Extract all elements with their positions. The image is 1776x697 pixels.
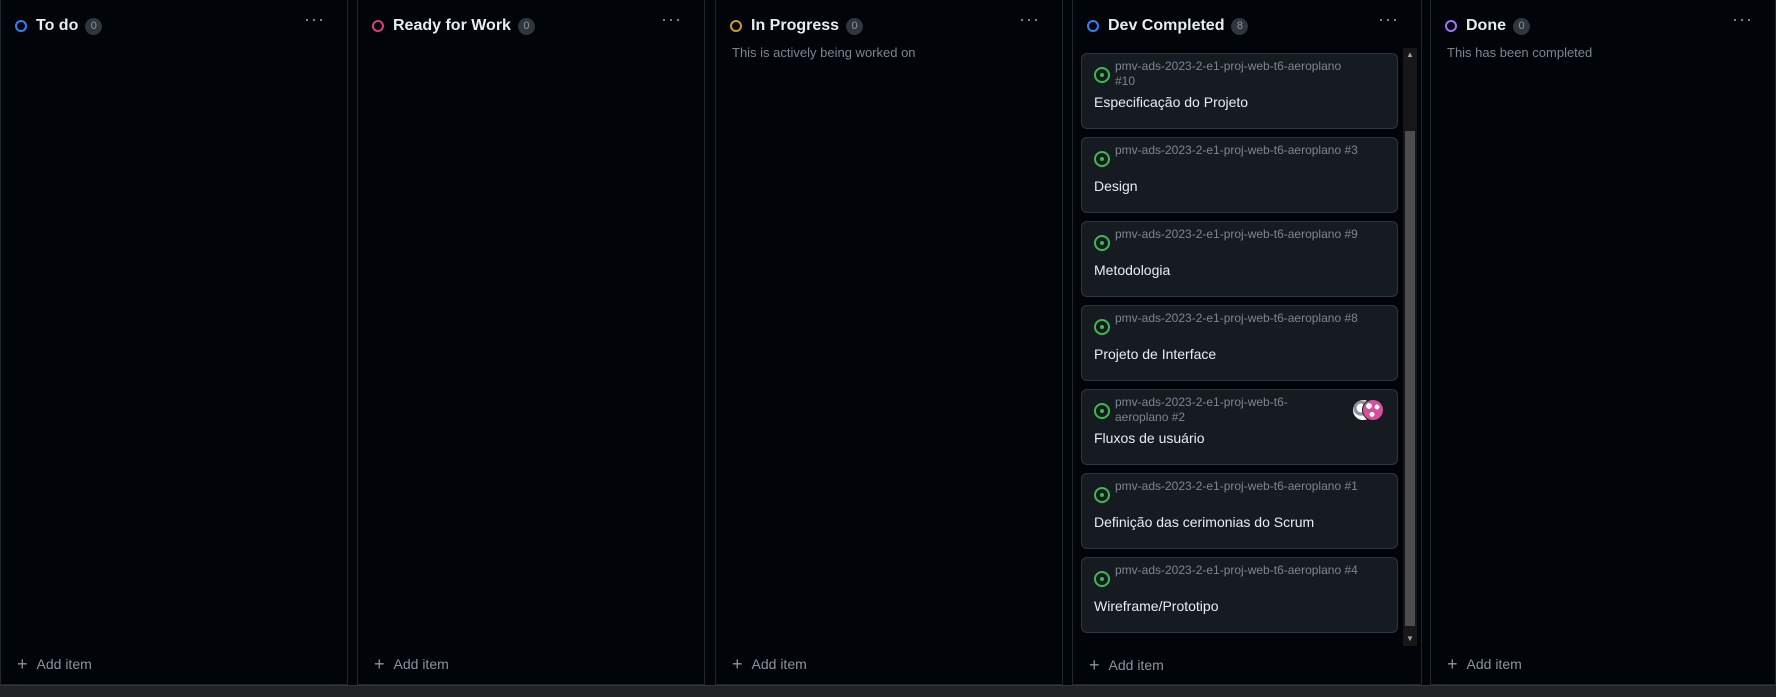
assignee-avatars[interactable] <box>1352 399 1386 423</box>
column-title: Done <box>1466 17 1506 34</box>
item-count-badge: 0 <box>1513 17 1530 35</box>
add-item-button[interactable]: + Add item <box>732 654 807 674</box>
avatar[interactable] <box>1362 399 1384 421</box>
add-item-button[interactable]: + Add item <box>1447 654 1522 674</box>
item-count-badge: 0 <box>517 17 535 35</box>
issue-open-icon <box>1094 151 1110 167</box>
plus-icon: + <box>1447 654 1458 674</box>
issue-open-icon <box>1094 403 1110 419</box>
project-board: To do 0 ··· + Add item Ready for Work 0 … <box>0 0 1776 685</box>
column-dev-completed: Dev Completed 8 ··· pmv-ads-2023-2-e1-pr… <box>1072 0 1422 685</box>
add-item-label: Add item <box>393 656 449 672</box>
issue-open-icon <box>1094 571 1110 587</box>
kebab-menu-icon[interactable]: ··· <box>1732 10 1753 28</box>
plus-icon: + <box>1089 655 1100 675</box>
column-description: This has been completed <box>1447 45 1593 60</box>
add-item-label: Add item <box>1466 656 1522 672</box>
issue-card[interactable]: pmv-ads-2023-2-e1-proj-web-t6-aeroplano … <box>1081 389 1398 465</box>
column-done: Done 0 ··· This has been completed + Add… <box>1430 0 1776 685</box>
column-header: In Progress 0 <box>730 15 864 37</box>
plus-icon: + <box>374 654 385 674</box>
card-repo-ref[interactable]: pmv-ads-2023-2-e1-proj-web-t6-aeroplano … <box>1115 563 1360 578</box>
issue-card[interactable]: pmv-ads-2023-2-e1-proj-web-t6-aeroplano … <box>1081 53 1398 129</box>
card-list-scrollbar[interactable]: ▲ ▼ <box>1403 48 1417 646</box>
add-item-button[interactable]: + Add item <box>17 654 92 674</box>
card-repo-ref[interactable]: pmv-ads-2023-2-e1-proj-web-t6-aeroplano … <box>1115 59 1360 89</box>
issue-card[interactable]: pmv-ads-2023-2-e1-proj-web-t6-aeroplano … <box>1081 473 1398 549</box>
issue-card[interactable]: pmv-ads-2023-2-e1-proj-web-t6-aeroplano … <box>1081 221 1398 297</box>
column-description: This is actively being worked on <box>732 45 916 60</box>
issue-card[interactable]: pmv-ads-2023-2-e1-proj-web-t6-aeroplano … <box>1081 137 1398 213</box>
column-header: Ready for Work 0 <box>372 15 535 37</box>
column-title: Dev Completed <box>1108 17 1225 34</box>
add-item-button[interactable]: + Add item <box>374 654 449 674</box>
card-repo-ref[interactable]: pmv-ads-2023-2-e1-proj-web-t6-aeroplano … <box>1115 143 1360 158</box>
column-header: Dev Completed 8 <box>1087 15 1249 37</box>
card-list: pmv-ads-2023-2-e1-proj-web-t6-aeroplano … <box>1081 53 1398 641</box>
column-header: To do 0 <box>15 15 103 37</box>
scroll-thumb[interactable] <box>1405 131 1415 626</box>
issue-open-icon <box>1094 487 1110 503</box>
column-in-progress: In Progress 0 ··· This is actively being… <box>715 0 1063 685</box>
card-title[interactable]: Metodologia <box>1094 262 1170 278</box>
horizontal-scrollbar[interactable] <box>0 685 1776 697</box>
circle-status-icon <box>1445 20 1457 32</box>
card-repo-ref[interactable]: pmv-ads-2023-2-e1-proj-web-t6-aeroplano … <box>1115 479 1360 494</box>
add-item-label: Add item <box>1108 657 1164 673</box>
card-repo-ref[interactable]: pmv-ads-2023-2-e1-proj-web-t6-aeroplano … <box>1115 227 1360 242</box>
plus-icon: + <box>17 654 28 674</box>
card-title[interactable]: Especificação do Projeto <box>1094 94 1248 110</box>
issue-card[interactable]: pmv-ads-2023-2-e1-proj-web-t6-aeroplano … <box>1081 305 1398 381</box>
scroll-up-arrow-icon[interactable]: ▲ <box>1403 48 1417 62</box>
scroll-down-arrow-icon[interactable]: ▼ <box>1403 632 1417 646</box>
item-count-badge: 8 <box>1231 17 1249 35</box>
issue-open-icon <box>1094 319 1110 335</box>
plus-icon: + <box>732 654 743 674</box>
column-title: To do <box>36 17 79 34</box>
item-count-badge: 0 <box>85 17 103 35</box>
column-ready-for-work: Ready for Work 0 ··· + Add item <box>357 0 705 685</box>
kebab-menu-icon[interactable]: ··· <box>1378 10 1399 28</box>
issue-card[interactable]: pmv-ads-2023-2-e1-proj-web-t6-aeroplano … <box>1081 557 1398 633</box>
circle-status-icon <box>15 20 27 32</box>
kebab-menu-icon[interactable]: ··· <box>661 10 682 28</box>
card-repo-ref[interactable]: pmv-ads-2023-2-e1-proj-web-t6-aeroplano … <box>1115 311 1360 326</box>
item-count-badge: 0 <box>846 17 864 35</box>
issue-open-icon <box>1094 235 1110 251</box>
column-header: Done 0 <box>1445 15 1530 37</box>
circle-status-icon <box>372 20 384 32</box>
kebab-menu-icon[interactable]: ··· <box>304 10 325 28</box>
card-title[interactable]: Design <box>1094 178 1138 194</box>
add-item-button[interactable]: + Add item <box>1089 655 1164 675</box>
add-item-label: Add item <box>751 656 807 672</box>
column-title: Ready for Work <box>393 17 511 34</box>
column-todo: To do 0 ··· + Add item <box>0 0 348 685</box>
card-repo-ref[interactable]: pmv-ads-2023-2-e1-proj-web-t6-aeroplano … <box>1115 395 1305 425</box>
add-item-label: Add item <box>36 656 92 672</box>
kebab-menu-icon[interactable]: ··· <box>1019 10 1040 28</box>
card-title[interactable]: Wireframe/Prototipo <box>1094 598 1218 614</box>
card-title[interactable]: Fluxos de usuário <box>1094 430 1205 446</box>
card-title[interactable]: Definição das cerimonias do Scrum <box>1094 514 1314 530</box>
column-title: In Progress <box>751 17 840 34</box>
issue-open-icon <box>1094 67 1110 83</box>
circle-status-icon <box>730 20 742 32</box>
card-title[interactable]: Projeto de Interface <box>1094 346 1216 362</box>
circle-status-icon <box>1087 20 1099 32</box>
